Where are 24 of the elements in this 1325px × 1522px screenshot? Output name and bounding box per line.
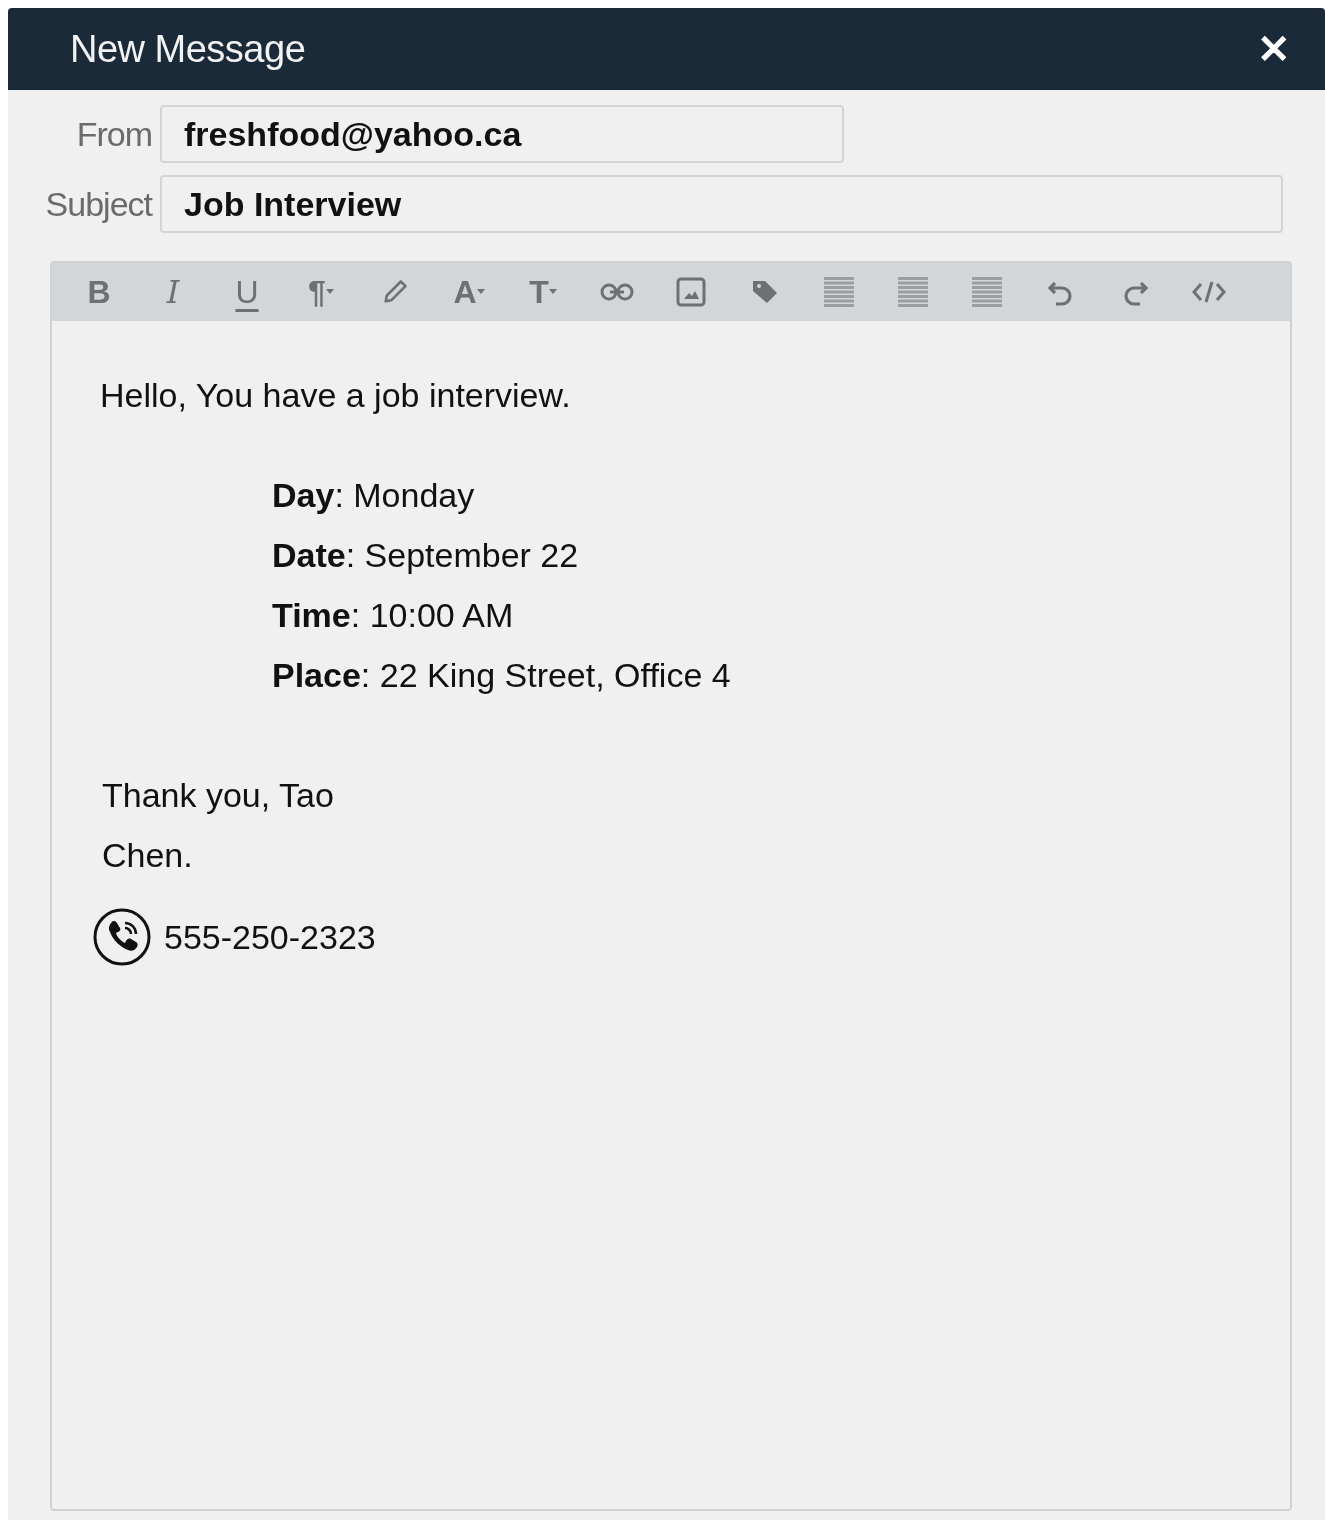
detail-line: Place: 22 King Street, Office 4 <box>271 655 732 696</box>
caret-icon <box>476 289 485 295</box>
greeting-text: Hello, You have a job interview. <box>100 375 572 416</box>
close-button[interactable]: ✕ <box>1257 29 1291 69</box>
closing-line: Chen. <box>101 835 194 876</box>
detail-line: Day: Monday <box>271 475 476 516</box>
field-label: From <box>75 113 153 155</box>
input-field[interactable]: Job Interview <box>160 175 1283 233</box>
window-title: New Message <box>70 26 306 72</box>
closing-line: Thank you, Tao <box>101 775 335 816</box>
caret-icon <box>548 289 557 295</box>
field-label: Subject <box>44 183 154 225</box>
dropdown-button[interactable]: T <box>520 272 566 312</box>
phone-number: 555-250-2323 <box>164 916 376 958</box>
underline-button[interactable]: U <box>224 272 270 312</box>
input-field[interactable]: freshfood@yahoo.ca <box>160 105 844 163</box>
italic-button[interactable]: I <box>150 272 196 312</box>
detail-line: Time: 10:00 AM <box>271 595 515 636</box>
phone-icon <box>92 907 152 967</box>
detail-line: Date: September 22 <box>271 535 580 576</box>
bold-button[interactable]: B <box>76 272 122 312</box>
dropdown-button[interactable]: ¶ <box>298 272 344 312</box>
dropdown-button[interactable]: A <box>446 272 492 312</box>
caret-icon <box>325 289 334 295</box>
